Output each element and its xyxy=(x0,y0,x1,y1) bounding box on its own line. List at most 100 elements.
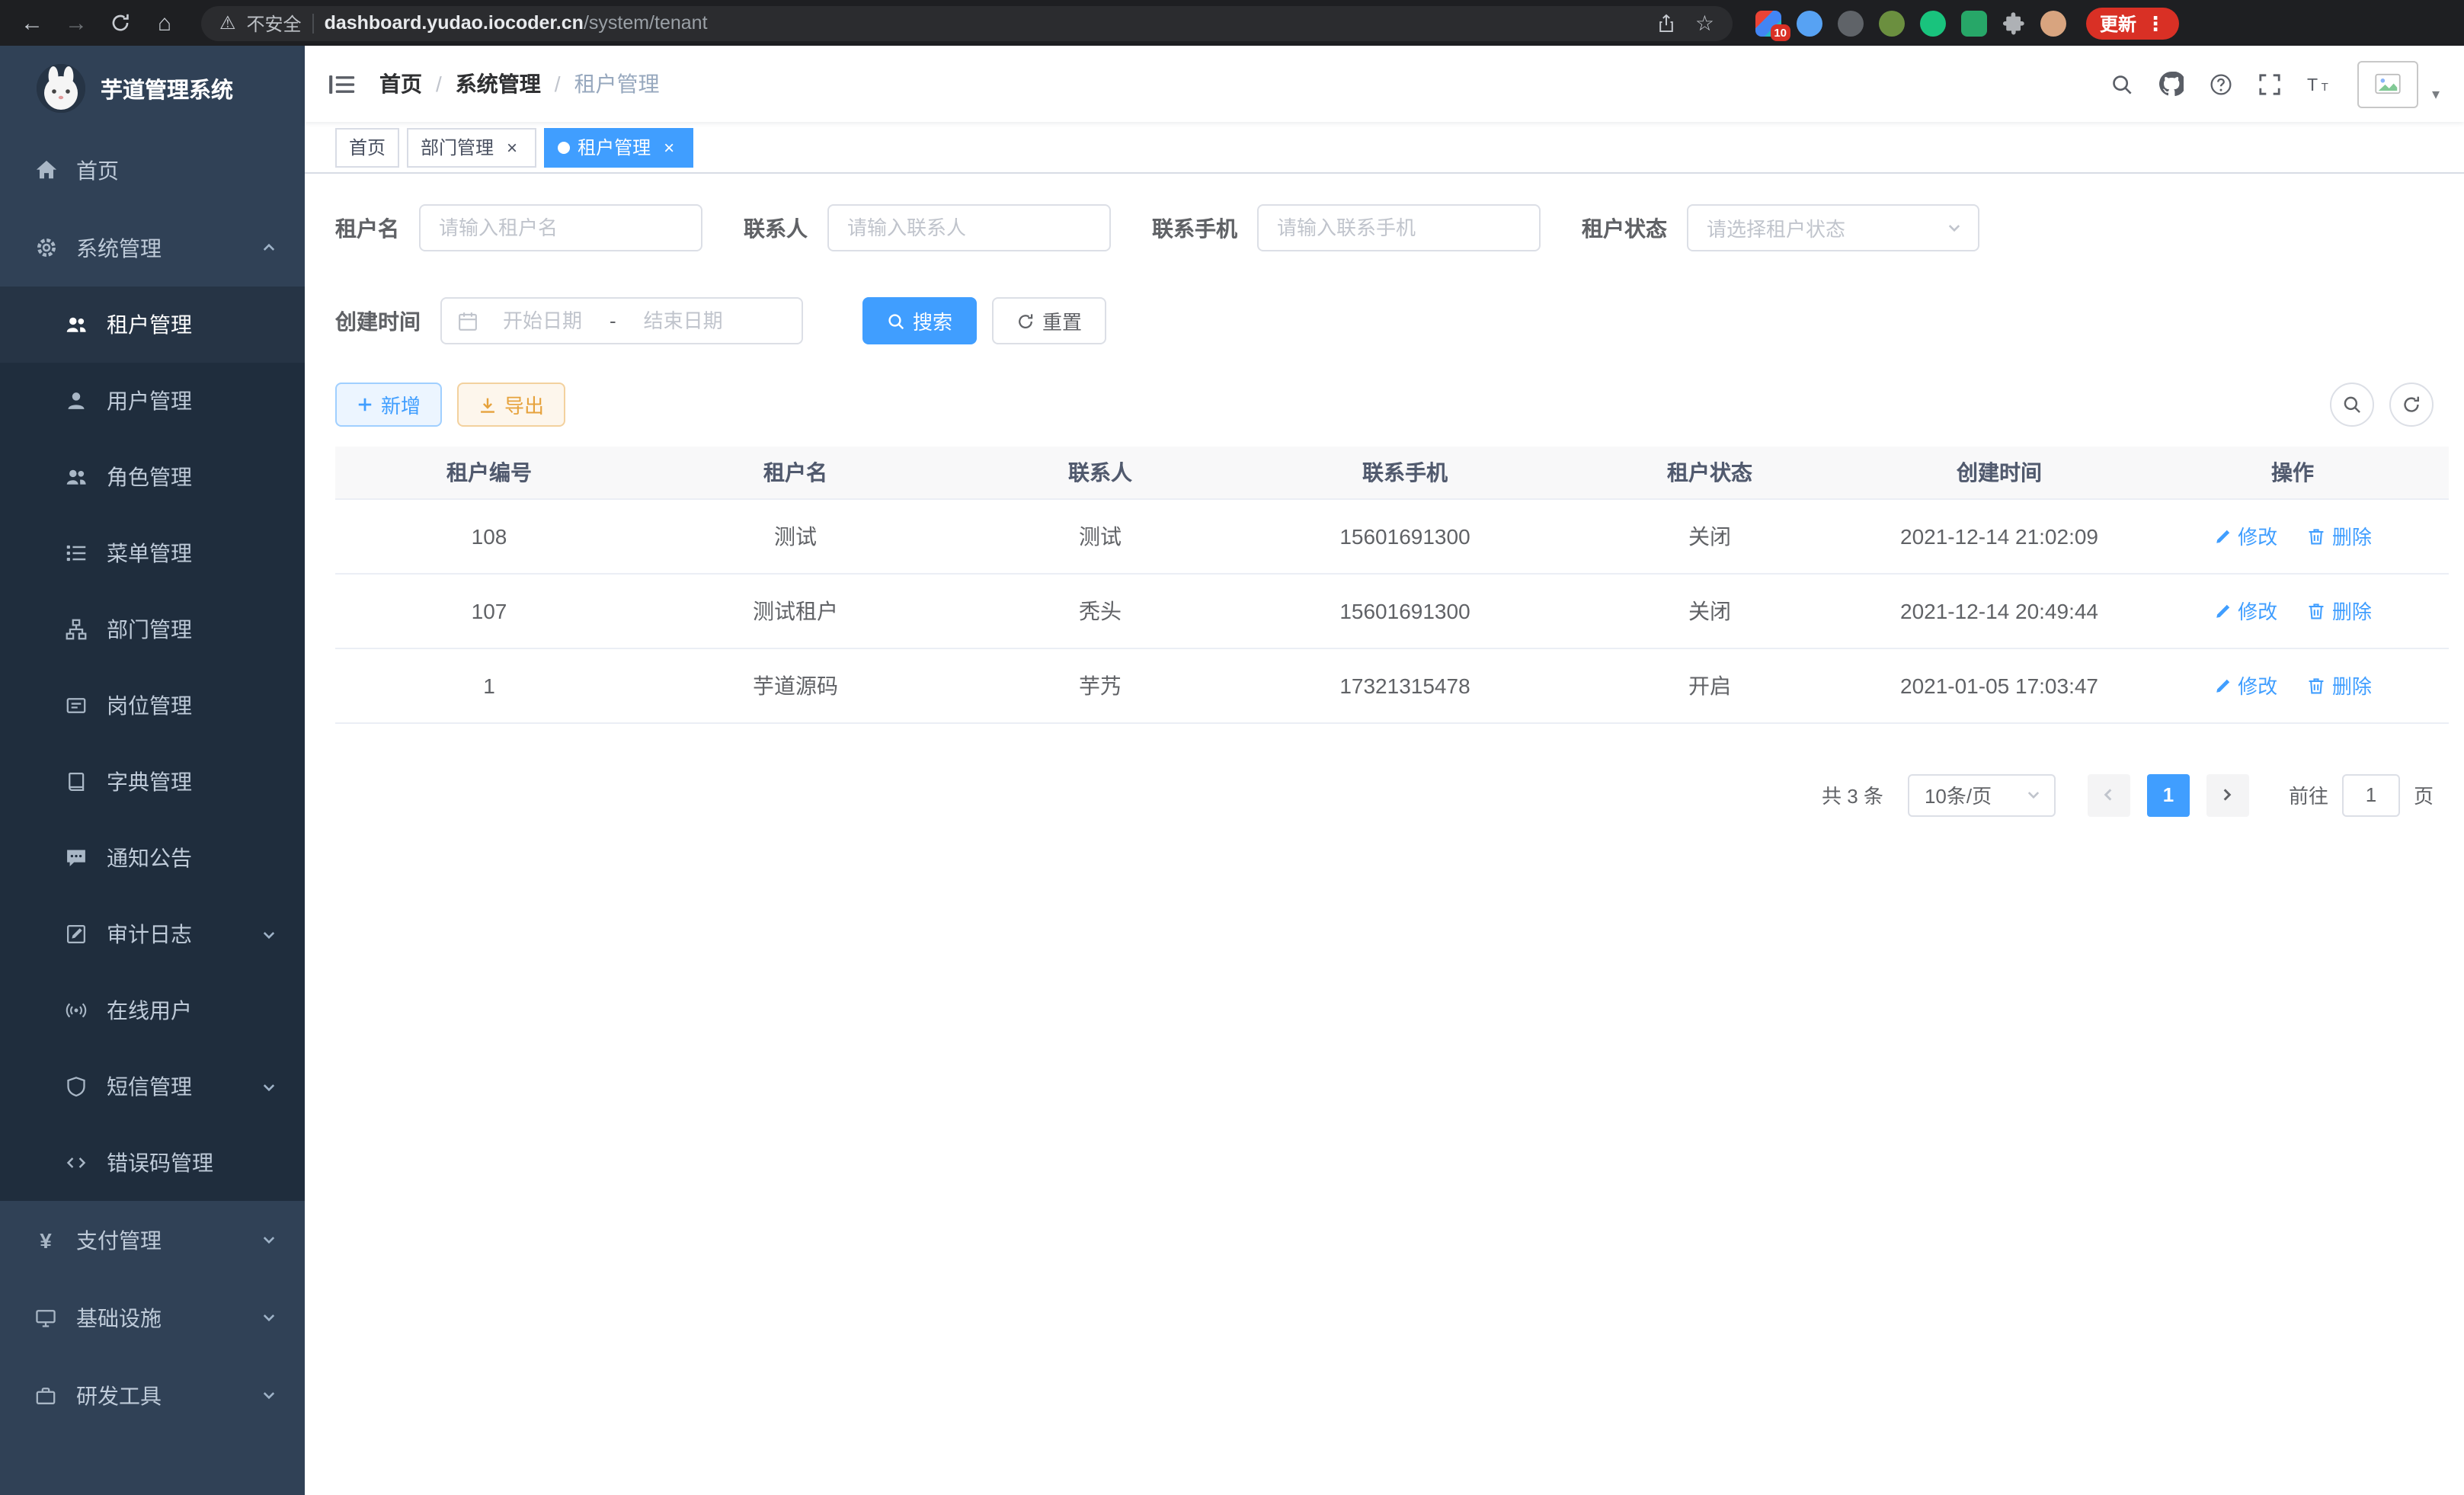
extension-icon[interactable] xyxy=(1879,10,1905,36)
tab-home[interactable]: 首页 xyxy=(335,127,399,167)
github-icon[interactable] xyxy=(2159,72,2184,96)
table-row[interactable]: 107 测试租户 秃头 15601691300 关闭 2021-12-14 20… xyxy=(335,573,2449,648)
sidebar-item-notice[interactable]: 通知公告 xyxy=(0,820,305,896)
sidebar-item-payment-mgmt[interactable]: ¥ 支付管理 xyxy=(0,1201,305,1279)
breadcrumb-system[interactable]: 系统管理 xyxy=(456,69,541,99)
contact-input[interactable] xyxy=(827,204,1111,251)
tenant-status-select[interactable]: 请选择租户状态 xyxy=(1687,204,1979,251)
bookmark-star-icon[interactable]: ☆ xyxy=(1695,12,1714,34)
extension-icon[interactable] xyxy=(1961,10,1987,36)
breadcrumb-home[interactable]: 首页 xyxy=(379,69,422,99)
tab-tenant-mgmt[interactable]: 租户管理 × xyxy=(544,127,693,167)
tenant-name-input[interactable] xyxy=(419,204,702,251)
contact-field: 联系人 xyxy=(744,204,1111,251)
edit-label: 修改 xyxy=(2238,671,2277,699)
phone-input[interactable] xyxy=(1257,204,1541,251)
page-number-button[interactable]: 1 xyxy=(2147,773,2190,816)
table-toolbar: 新增 导出 xyxy=(335,383,2434,427)
browser-forward-icon[interactable]: → xyxy=(56,3,96,43)
start-date-input[interactable] xyxy=(488,309,597,332)
sidebar-item-audit-log[interactable]: 审计日志 xyxy=(0,896,305,972)
create-time-range-picker[interactable]: - xyxy=(440,297,803,344)
goto-page-input[interactable] xyxy=(2342,773,2400,816)
gear-icon xyxy=(34,236,58,259)
share-icon[interactable] xyxy=(1657,13,1677,33)
book-icon xyxy=(64,771,88,792)
search-button[interactable]: 搜索 xyxy=(862,297,977,344)
search-icon[interactable] xyxy=(2110,72,2133,95)
search-form-row-1: 租户名 联系人 联系手机 租户状态 请选择租户状态 xyxy=(335,204,2434,251)
tab-dept-mgmt[interactable]: 部门管理 × xyxy=(407,127,536,167)
sidebar-item-label: 研发工具 xyxy=(76,1380,162,1410)
plus-icon xyxy=(357,396,373,413)
add-button[interactable]: 新增 xyxy=(335,383,442,427)
close-icon[interactable]: × xyxy=(501,136,523,158)
fullscreen-icon[interactable] xyxy=(2258,72,2281,95)
extension-icon[interactable] xyxy=(1838,10,1864,36)
create-time-field: 创建时间 - xyxy=(335,297,803,344)
edit-button[interactable]: 修改 xyxy=(2213,596,2277,625)
sidebar-item-dept-mgmt[interactable]: 部门管理 xyxy=(0,591,305,667)
sidebar-item-home[interactable]: 首页 xyxy=(0,131,305,209)
column-header-status: 租户状态 xyxy=(1557,447,1862,498)
pencil-icon xyxy=(2213,676,2232,694)
prev-page-button[interactable] xyxy=(2088,773,2130,816)
sidebar-item-system-mgmt[interactable]: 系统管理 xyxy=(0,209,305,287)
sidebar-item-tenant-mgmt[interactable]: 租户管理 xyxy=(0,287,305,363)
chevron-down-icon xyxy=(261,1078,277,1095)
sidebar-toggle-icon[interactable] xyxy=(329,72,355,95)
delete-button[interactable]: 删除 xyxy=(2308,596,2372,625)
next-page-button[interactable] xyxy=(2206,773,2249,816)
sidebar-item-label: 短信管理 xyxy=(107,1071,192,1102)
edit-button[interactable]: 修改 xyxy=(2213,521,2277,550)
sidebar-item-sms-mgmt[interactable]: 短信管理 xyxy=(0,1048,305,1125)
sidebar-item-user-mgmt[interactable]: 用户管理 xyxy=(0,363,305,439)
edit-button[interactable]: 修改 xyxy=(2213,671,2277,699)
tenant-name-field: 租户名 xyxy=(335,204,702,251)
table-row[interactable]: 108 测试 测试 15601691300 关闭 2021-12-14 21:0… xyxy=(335,498,2449,573)
close-icon[interactable]: × xyxy=(658,136,680,158)
extensions-puzzle-icon[interactable] xyxy=(2002,11,2025,34)
extension-icon[interactable]: 10 xyxy=(1755,10,1781,36)
sidebar-item-label: 错误码管理 xyxy=(107,1148,213,1178)
sidebar-item-menu-mgmt[interactable]: 菜单管理 xyxy=(0,515,305,591)
reset-button[interactable]: 重置 xyxy=(992,297,1106,344)
sidebar-item-error-code-mgmt[interactable]: 错误码管理 xyxy=(0,1125,305,1201)
avatar-dropdown-caret-icon[interactable]: ▾ xyxy=(2432,86,2440,107)
browser-refresh-icon[interactable] xyxy=(101,3,140,43)
address-bar[interactable]: ⚠ 不安全 dashboard.yudao.iocoder.cn/system/… xyxy=(201,5,1733,40)
font-size-icon[interactable]: TT xyxy=(2307,72,2331,95)
user-avatar[interactable] xyxy=(2357,60,2418,107)
update-label: 更新 xyxy=(2100,10,2136,36)
browser-back-icon[interactable]: ← xyxy=(12,3,52,43)
extension-icon[interactable] xyxy=(1797,10,1822,36)
extension-icon[interactable] xyxy=(1920,10,1946,36)
app-title: 芋道管理系统 xyxy=(101,72,233,104)
column-header-contact: 联系人 xyxy=(948,447,1253,498)
app-logo[interactable]: 芋道管理系统 xyxy=(0,46,305,131)
toolbar-right xyxy=(2330,383,2434,427)
end-date-input[interactable] xyxy=(629,309,738,332)
table-row[interactable]: 1 芋道源码 芋艿 17321315478 开启 2021-01-05 17:0… xyxy=(335,648,2449,722)
sidebar-item-label: 在线用户 xyxy=(107,995,192,1026)
help-icon[interactable] xyxy=(2210,72,2232,95)
delete-button[interactable]: 删除 xyxy=(2308,671,2372,699)
browser-profile-avatar[interactable] xyxy=(2040,10,2066,36)
export-button[interactable]: 导出 xyxy=(457,383,565,427)
browser-menu-icon[interactable]: ⋮ xyxy=(2146,13,2165,33)
sidebar-item-infrastructure[interactable]: 基础设施 xyxy=(0,1279,305,1356)
toggle-search-button[interactable] xyxy=(2330,383,2374,427)
delete-button[interactable]: 删除 xyxy=(2308,521,2372,550)
sidebar-item-role-mgmt[interactable]: 角色管理 xyxy=(0,439,305,515)
sidebar-item-post-mgmt[interactable]: 岗位管理 xyxy=(0,667,305,744)
sidebar-item-label: 系统管理 xyxy=(76,232,162,263)
page-size-select[interactable]: 10条/页 xyxy=(1908,773,2056,816)
sidebar-item-online-users[interactable]: 在线用户 xyxy=(0,972,305,1048)
browser-home-icon[interactable]: ⌂ xyxy=(145,3,184,43)
sidebar-item-dict-mgmt[interactable]: 字典管理 xyxy=(0,744,305,820)
pencil-icon xyxy=(2213,527,2232,545)
edit-label: 修改 xyxy=(2238,521,2277,550)
browser-update-button[interactable]: 更新 ⋮ xyxy=(2086,7,2179,39)
refresh-table-button[interactable] xyxy=(2389,383,2434,427)
sidebar-item-dev-tools[interactable]: 研发工具 xyxy=(0,1356,305,1434)
